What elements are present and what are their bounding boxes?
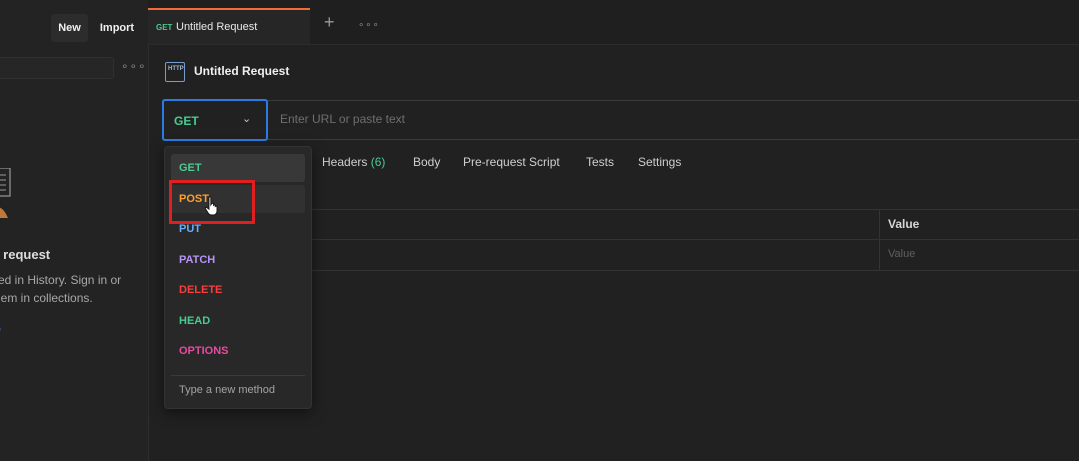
menu-item-patch[interactable]: PATCH [171, 246, 305, 274]
tab-tests[interactable]: Tests [586, 155, 614, 169]
tab-headers[interactable]: Headers (6) [322, 155, 385, 169]
menu-divider [171, 375, 305, 376]
empty-state-text-line2: hem in collections. [0, 291, 93, 305]
method-select-value: GET [174, 114, 199, 128]
request-title[interactable]: Untitled Request [194, 64, 289, 78]
url-input[interactable]: Enter URL or paste text [280, 112, 405, 126]
tab-body[interactable]: Body [413, 155, 440, 169]
http-request-icon: HTTP [165, 62, 185, 82]
table-border-bottom [310, 270, 1079, 271]
empty-state-title: st request [0, 247, 51, 262]
sidebar: New Import ∘∘∘ st request red in History… [0, 0, 149, 461]
new-button[interactable]: New [51, 14, 88, 42]
table-border-mid [310, 239, 1079, 240]
value-column-header: Value [888, 217, 920, 231]
tab-method-badge: GET [156, 23, 173, 32]
tab-untitled-request[interactable]: GET Untitled Request [148, 8, 310, 44]
history-illustration-icon [0, 168, 11, 218]
menu-item-options[interactable]: OPTIONS [171, 337, 305, 365]
method-select[interactable]: GET ⌄ [162, 99, 268, 141]
chevron-down-icon: ⌄ [242, 113, 252, 125]
table-column-divider [879, 209, 880, 270]
tab-more-icon[interactable]: ∘∘∘ [358, 20, 380, 31]
value-input[interactable]: Value [888, 248, 915, 260]
hand-pointer-icon [204, 196, 218, 216]
new-tab-button[interactable]: + [324, 13, 335, 31]
tab-pre-request-script[interactable]: Pre-request Script [463, 155, 560, 169]
menu-item-head[interactable]: HEAD [171, 307, 305, 335]
sidebar-more-icon[interactable]: ∘∘∘ [121, 59, 147, 73]
empty-state-text-line1: red in History. Sign in or [0, 273, 122, 287]
headers-count-badge: (6) [370, 155, 386, 169]
request-tabbar: GET Untitled Request + ∘∘∘ [148, 0, 1079, 45]
tab-title: Untitled Request [176, 21, 258, 33]
empty-state-link[interactable]: w [0, 324, 1, 338]
postman-window: New Import ∘∘∘ st request red in History… [0, 0, 1079, 461]
menu-item-get[interactable]: GET [171, 154, 305, 182]
menu-item-delete[interactable]: DELETE [171, 276, 305, 304]
sidebar-toolbar: New Import [0, 14, 148, 44]
tab-settings[interactable]: Settings [638, 155, 681, 169]
sidebar-search-input[interactable] [0, 57, 114, 79]
table-border-top [310, 209, 1079, 210]
import-button[interactable]: Import [95, 14, 139, 42]
new-method-input[interactable]: Type a new method [179, 384, 275, 396]
